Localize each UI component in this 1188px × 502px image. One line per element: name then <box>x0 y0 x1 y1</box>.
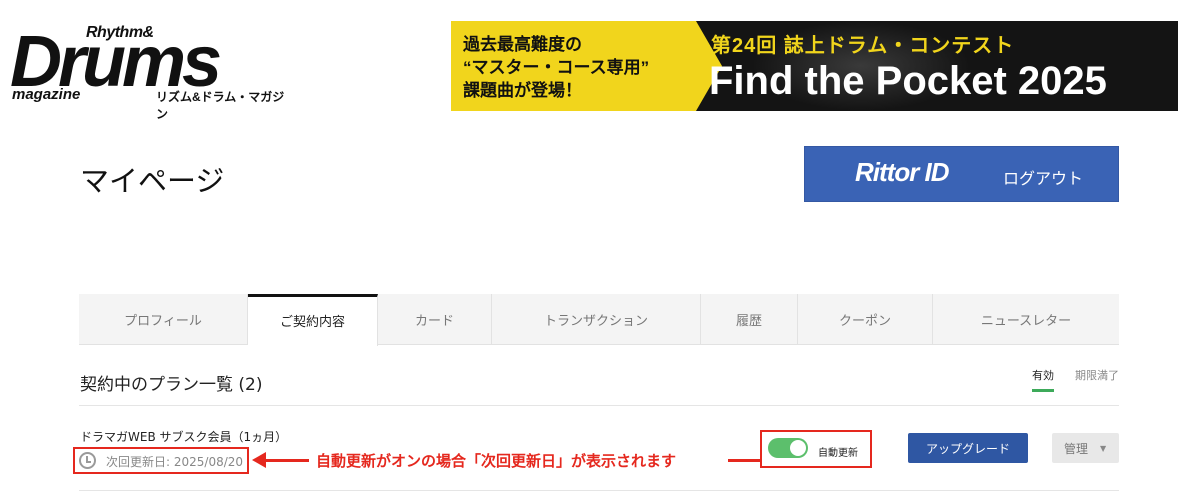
banner-main-title: Find the Pocket 2025 <box>709 59 1107 103</box>
tab-card[interactable]: カード <box>378 294 492 345</box>
plan-name: ドラマガWEB サブスク会員（1ヵ月） <box>80 430 288 444</box>
divider <box>79 405 1119 406</box>
rittor-id-logo: Rittor ID <box>855 157 950 187</box>
auto-renew-toggle[interactable] <box>768 438 808 458</box>
upgrade-button[interactable]: アップグレード <box>908 433 1028 463</box>
banner-left-line-3: 課題曲が登場！ <box>463 81 582 100</box>
tab-contract[interactable]: ご契約内容 <box>248 294 378 346</box>
filter-expired[interactable]: 期限満了 <box>1075 367 1119 383</box>
contest-banner[interactable]: 過去最高難度の “マスター・コース専用” 課題曲が登場！ 第24回 誌上ドラム・… <box>451 21 1178 111</box>
clock-icon <box>79 452 96 469</box>
account-tabs: プロフィール ご契約内容 カード トランザクション 履歴 クーポン ニュースレタ… <box>79 294 1119 346</box>
logout-label: ログアウト <box>1003 169 1084 188</box>
auto-renew-label: 自動更新 <box>818 448 858 459</box>
chevron-down-icon: ▼ <box>1100 444 1107 453</box>
plans-heading: 契約中のプラン一覧 (2) <box>80 375 263 395</box>
tab-coupons[interactable]: クーポン <box>798 294 933 345</box>
banner-left-text: 過去最高難度の “マスター・コース専用” 課題曲が登場！ <box>463 33 649 102</box>
banner-left-line-1: 過去最高難度の <box>463 35 582 54</box>
next-renewal-date: 次回更新日: 2025/08/20 <box>106 453 243 470</box>
logout-button[interactable]: Rittor ID ログアウト <box>804 146 1119 202</box>
page-title: マイページ <box>80 164 225 198</box>
divider <box>79 490 1119 491</box>
banner-left-line-2: “マスター・コース専用” <box>463 58 650 77</box>
manage-label: 管理 <box>1064 441 1089 456</box>
annotation-connector <box>728 459 760 462</box>
next-renewal-label: 次回更新日: <box>106 455 171 469</box>
tab-transactions[interactable]: トランザクション <box>492 294 701 345</box>
annotation-arrow-line <box>264 459 309 462</box>
tab-history[interactable]: 履歴 <box>701 294 798 345</box>
tab-profile[interactable]: プロフィール <box>79 294 248 345</box>
manage-dropdown[interactable]: 管理 ▼ <box>1052 433 1119 463</box>
next-renewal-value: 2025/08/20 <box>173 455 244 469</box>
tab-newsletter[interactable]: ニュースレター <box>933 294 1119 345</box>
banner-contest-title: 第24回 誌上ドラム・コンテスト <box>711 35 1015 57</box>
site-logo[interactable]: Rhythm& Drums magazine リズム&ドラム・マガジン <box>10 24 290 121</box>
logo-jp-text: リズム&ドラム・マガジン <box>156 90 285 121</box>
toggle-knob <box>790 440 806 456</box>
filter-active[interactable]: 有効 <box>1032 367 1054 392</box>
annotation-text: 自動更新がオンの場合「次回更新日」が表示されます <box>316 452 677 470</box>
logo-magazine-text: magazine <box>12 86 81 103</box>
